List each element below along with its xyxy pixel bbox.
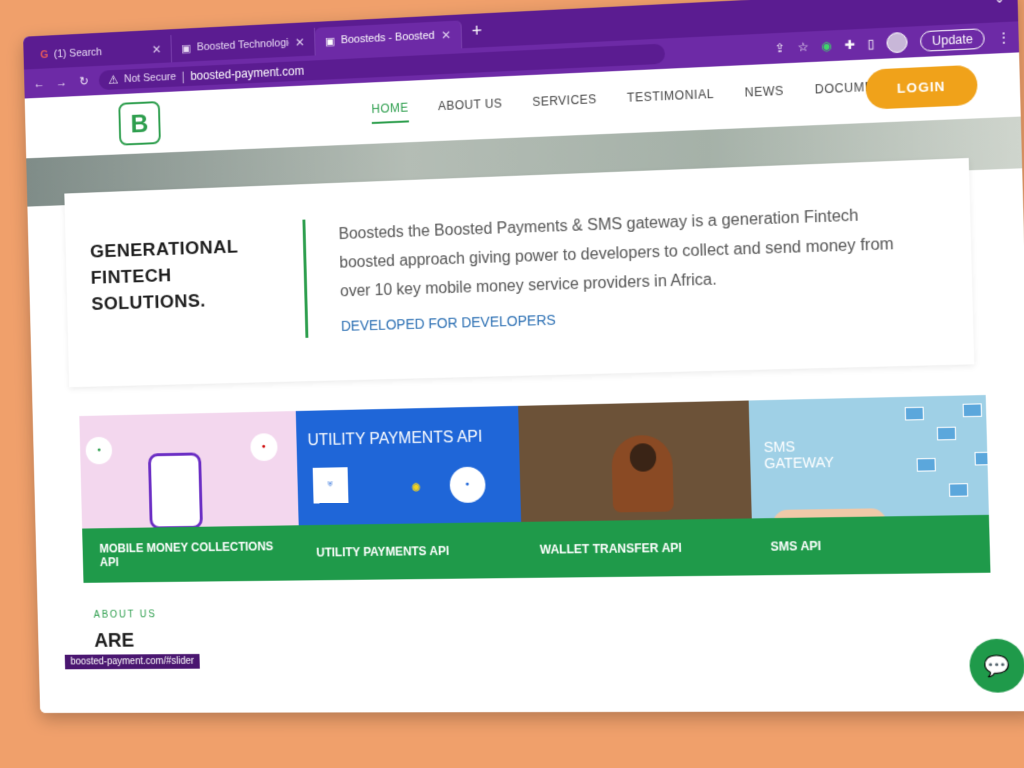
ura-logo: ● — [449, 467, 485, 504]
service-card-mobile-money[interactable]: ● ● MOBILE MONEY COLLECTIONS API — [79, 411, 299, 583]
star-icon[interactable]: ☆ — [797, 40, 809, 55]
close-icon[interactable]: ✕ — [295, 35, 305, 49]
separator: | — [182, 70, 185, 84]
tab-label: (1) Search — [54, 44, 147, 60]
phone-illustration — [148, 452, 203, 529]
service-heading: SMS GATEWAY — [764, 437, 858, 471]
service-card-utility-payments[interactable]: UTILITY PAYMENTS API ⛨ ◉ ● UTILITY PAYME… — [295, 406, 522, 581]
url-text: boosted-payment.com — [190, 64, 304, 83]
nav-about-us[interactable]: ABOUT US — [438, 96, 503, 121]
service-title: UTILITY PAYMENTS API — [316, 544, 449, 560]
forward-arrow-icon[interactable]: → — [54, 75, 69, 89]
close-icon[interactable]: ✕ — [152, 42, 162, 56]
kebab-menu-icon[interactable]: ⋮ — [997, 30, 1010, 45]
envelope-icon — [904, 407, 923, 421]
warning-icon: ⚠ — [108, 73, 118, 87]
service-title: SMS API — [770, 539, 821, 554]
web-page: B HOME ABOUT US SERVICES TESTIMONIAL NEW… — [25, 52, 1024, 713]
main-nav: HOME ABOUT US SERVICES TESTIMONIAL NEWS … — [371, 77, 931, 124]
site-icon: ▣ — [181, 41, 191, 54]
nav-testimonial[interactable]: TESTIMONIAL — [627, 87, 715, 113]
link-status-bar: boosted-payment.com/#slider — [65, 654, 200, 669]
umeme-logo: ◉ — [388, 469, 444, 506]
service-title: WALLET TRANSFER API — [540, 541, 682, 557]
login-button[interactable]: LOGIN — [865, 65, 978, 110]
back-arrow-icon[interactable]: ← — [32, 76, 47, 90]
tab-label: Boosteds - Boosted Payments — [341, 30, 436, 47]
browser-window: G (1) Search ✕ ▣ Boosted Technologies - … — [23, 0, 1024, 713]
nav-news[interactable]: NEWS — [745, 84, 785, 108]
site-icon: ▣ — [325, 34, 335, 47]
crest-logo: ⛨ — [312, 467, 348, 503]
close-icon[interactable]: ✕ — [441, 28, 451, 42]
airtel-logo: ● — [250, 433, 278, 461]
nav-services[interactable]: SERVICES — [532, 92, 597, 117]
services-grid: ● ● MOBILE MONEY COLLECTIONS API UTILITY… — [79, 395, 990, 583]
intro-card: GENERATIONAL FINTECH SOLUTIONS. Boosteds… — [64, 158, 974, 387]
tagline-block: GENERATIONAL FINTECH SOLUTIONS. — [64, 184, 306, 387]
service-card-sms[interactable]: SMS GATEWAY SMS API — [748, 395, 990, 575]
service-title-bar: SMS API — [751, 515, 990, 576]
about-section: ABOUT US ARE — [94, 609, 158, 652]
about-label: ABOUT US — [94, 609, 157, 620]
extension-icon[interactable]: ◉ — [821, 39, 832, 54]
service-title: MOBILE MONEY COLLECTIONS API — [99, 539, 282, 569]
mobile-money-logo: ● — [85, 437, 112, 465]
service-title-bar: WALLET TRANSFER API — [521, 518, 753, 578]
sidebar-icon[interactable]: ▯ — [867, 37, 874, 52]
security-status: Not Secure — [124, 71, 176, 85]
search-icon: G — [40, 49, 48, 61]
service-title-bar: MOBILE MONEY COLLECTIONS API — [82, 525, 299, 583]
profile-avatar[interactable] — [887, 32, 909, 54]
tab-label: Boosted Technologies - Inspiring — [197, 37, 290, 53]
hero-description: Boosteds the Boosted Payments & SMS gate… — [338, 200, 905, 307]
service-heading: UTILITY PAYMENTS API — [307, 429, 482, 451]
envelope-icon — [948, 483, 967, 497]
envelope-icon — [936, 427, 955, 441]
envelope-icon — [962, 403, 981, 417]
update-button[interactable]: Update — [920, 28, 985, 52]
service-title-bar: UTILITY PAYMENTS API — [298, 522, 522, 581]
nav-home[interactable]: HOME — [371, 101, 409, 124]
service-card-wallet-transfer[interactable]: WALLET TRANSFER API — [518, 401, 753, 578]
reload-icon[interactable]: ↻ — [76, 74, 91, 88]
new-tab-button[interactable]: + — [461, 19, 492, 41]
envelope-icon — [974, 452, 991, 466]
share-icon[interactable]: ⇪ — [774, 41, 785, 56]
about-heading: ARE — [94, 630, 158, 653]
chevron-down-icon[interactable]: ⌄ — [994, 0, 1005, 6]
puzzle-icon[interactable]: ✚ — [844, 37, 855, 52]
description-block: Boosteds the Boosted Payments & SMS gate… — [304, 161, 907, 382]
brand-logo[interactable]: B — [118, 101, 161, 146]
envelope-icon — [916, 458, 935, 472]
chat-bubble-button[interactable]: 💬 — [969, 639, 1024, 693]
developers-link[interactable]: DEVELOPED FOR DEVELOPERS — [341, 312, 556, 334]
tagline-line: SOLUTIONS. — [91, 285, 305, 318]
chat-icon: 💬 — [984, 653, 1011, 679]
